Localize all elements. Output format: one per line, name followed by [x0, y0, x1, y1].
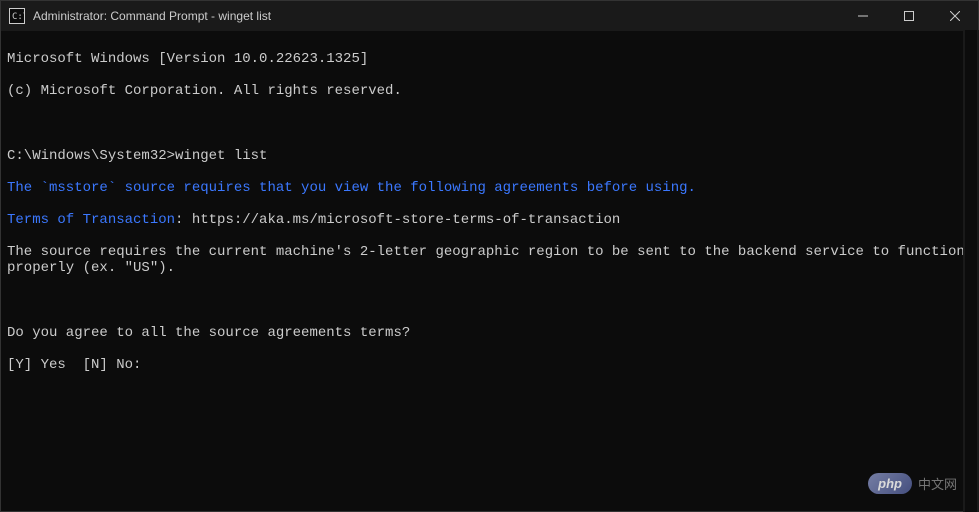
command-text: winget list — [175, 148, 267, 164]
terminal-window: C:\ Administrator: Command Prompt - wing… — [0, 0, 979, 512]
minimize-button[interactable] — [840, 1, 886, 31]
agreement-question: Do you agree to all the source agreement… — [7, 325, 972, 341]
terms-label: Terms of Transaction — [7, 212, 175, 228]
blank-line-2 — [7, 293, 972, 309]
maximize-button[interactable] — [886, 1, 932, 31]
msstore-notice: The `msstore` source requires that you v… — [7, 180, 972, 196]
watermark: php 中文网 — [868, 473, 957, 494]
window-controls — [840, 1, 978, 31]
watermark-text: 中文网 — [918, 474, 957, 493]
terms-line: Terms of Transaction: https://aka.ms/mic… — [7, 212, 972, 228]
window-title: Administrator: Command Prompt - winget l… — [33, 9, 840, 23]
php-logo: php — [868, 473, 912, 494]
blank-line — [7, 115, 972, 131]
terminal-output[interactable]: Microsoft Windows [Version 10.0.22623.13… — [1, 31, 978, 511]
vertical-scrollbar[interactable] — [963, 30, 979, 512]
agreement-options: [Y] Yes [N] No: — [7, 357, 972, 373]
terms-url: https://aka.ms/microsoft-store-terms-of-… — [192, 212, 620, 228]
scrollbar-thumb[interactable] — [965, 30, 977, 512]
copyright-line: (c) Microsoft Corporation. All rights re… — [7, 83, 972, 99]
command-line: C:\Windows\System32>winget list — [7, 148, 972, 164]
version-line: Microsoft Windows [Version 10.0.22623.13… — [7, 51, 972, 67]
svg-text:C:\: C:\ — [12, 12, 25, 22]
terms-separator: : — [175, 212, 192, 228]
prompt: C:\Windows\System32> — [7, 148, 175, 164]
region-notice: The source requires the current machine'… — [7, 244, 972, 276]
titlebar[interactable]: C:\ Administrator: Command Prompt - wing… — [1, 1, 978, 31]
cmd-icon: C:\ — [9, 8, 25, 24]
close-button[interactable] — [932, 1, 978, 31]
